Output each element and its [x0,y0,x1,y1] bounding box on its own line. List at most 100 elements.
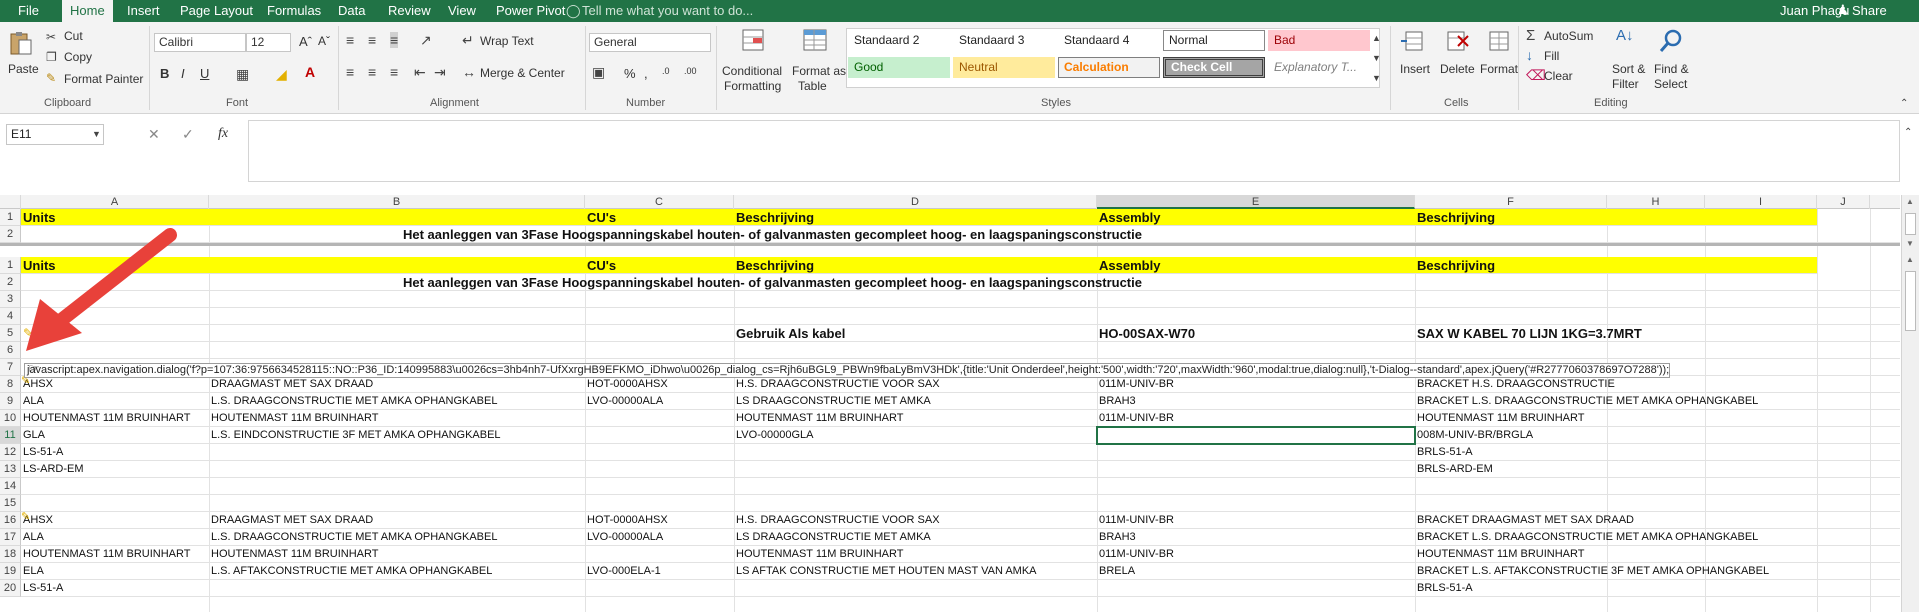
cell[interactable]: HOUTENMAST 11M BRUINHART [734,546,903,563]
name-box[interactable]: E11 [6,124,104,145]
scroll-down-icon[interactable]: ▼ [1906,239,1914,248]
cell[interactable]: HOUTENMAST 11M BRUINHART [209,410,378,427]
cell[interactable]: Beschrijving [734,257,814,274]
cell[interactable]: LS-ARD-EM [21,461,84,478]
paste-button[interactable]: Paste [8,62,39,76]
cell[interactable]: LS-51-A [21,580,63,597]
cell-units-header[interactable]: Units [21,209,56,226]
column-header-i[interactable]: I [1705,195,1817,209]
cell[interactable]: GLA [21,427,45,444]
row-header[interactable]: 14 [0,478,21,495]
underline-button[interactable]: U [200,66,209,81]
fill-button[interactable]: Fill [1544,49,1559,63]
align-right-icon[interactable]: ≡ [390,64,398,80]
row-header[interactable]: 6 [0,342,21,359]
cell[interactable]: L.S. EINDCONSTRUCTIE 3F MET AMKA OPHANGK… [209,427,501,444]
style-neutral[interactable]: Neutral [953,57,1055,78]
style-normal[interactable]: Normal [1163,30,1265,51]
select-all-corner[interactable] [0,195,21,209]
cell[interactable]: 008M-UNIV-BR/BRGLA [1415,427,1533,444]
cell[interactable]: 011M-UNIV-BR [1097,546,1174,563]
tab-data[interactable]: Data [338,0,365,22]
tab-review[interactable]: Review [388,0,431,22]
format-button[interactable]: Format [1480,62,1518,76]
cell[interactable]: LVO-00000ALA [585,529,663,546]
vertical-scrollbar[interactable]: ▲ ▼ ▲ [1901,195,1919,612]
cell[interactable]: LS DRAAGCONSTRUCTIE MET AMKA [734,529,931,546]
cell[interactable]: Assembly [1097,257,1160,274]
cell[interactable]: BRLS-51-A [1415,580,1473,597]
cell[interactable]: CU's [585,257,616,274]
column-header-j[interactable]: J [1817,195,1870,209]
formula-bar-collapse-icon[interactable]: ⌃ [1904,125,1912,141]
delete-button[interactable]: Delete [1440,62,1475,76]
cell[interactable]: HOUTENMAST 11M BRUINHART [21,546,190,563]
cell[interactable]: Gebruik Als kabel [734,325,845,342]
borders-icon[interactable]: ▦ [236,66,249,82]
cell[interactable]: L.S. AFTAKCONSTRUCTIE MET AMKA OPHANGKAB… [209,563,492,580]
increase-indent-icon[interactable]: ⇥ [434,64,446,80]
styles-scroll-up-icon[interactable]: ▲ [1372,30,1381,46]
accounting-format-icon[interactable]: ▣ [592,64,605,80]
align-top-icon[interactable]: ≡ [346,32,354,48]
cell[interactable]: Beschrijving [1415,257,1495,274]
clear-button[interactable]: Clear [1544,69,1573,83]
cell-beschrijving-header[interactable]: Beschrijving [734,209,814,226]
number-format-combo[interactable]: General [589,33,711,52]
row-header[interactable]: 20 [0,580,21,597]
column-header-h[interactable]: H [1607,195,1705,209]
sort-filter-line1[interactable]: Sort & [1612,62,1645,76]
font-name-combo[interactable]: Calibri [154,33,246,52]
row-header[interactable]: 2 [0,226,21,243]
column-header-f[interactable]: F [1415,195,1607,209]
row-header[interactable]: 7 [0,359,21,376]
align-center-icon[interactable]: ≡ [368,64,376,80]
tab-formulas[interactable]: Formulas [267,0,321,22]
grow-font-icon[interactable]: Aˆ [299,34,312,49]
column-header-b[interactable]: B [209,195,585,209]
row-header-selected[interactable]: 11 [0,427,21,444]
row-header[interactable]: 13 [0,461,21,478]
collapse-ribbon-icon[interactable]: ⌃ [1900,96,1908,112]
row-header[interactable]: 9 [0,393,21,410]
column-header-c[interactable]: C [585,195,734,209]
cell[interactable]: ALA [21,393,44,410]
cell[interactable]: LS AFTAK CONSTRUCTIE MET HOUTEN MAST VAN… [734,563,1037,580]
cell[interactable]: BRLS-ARD-EM [1415,461,1493,478]
decrease-indent-icon[interactable]: ⇤ [414,64,426,80]
cell[interactable]: HOUTENMAST 11M BRUINHART [1415,410,1584,427]
cell[interactable]: BRACKET H.S. DRAAGCONSTRUCTIE [1415,376,1615,393]
format-painter-button[interactable]: Format Painter [64,72,143,86]
row-header[interactable]: 18 [0,546,21,563]
cell[interactable]: HOT-0000AHSX [585,376,668,393]
tab-power-pivot[interactable]: Power Pivot [496,0,565,22]
cell[interactable]: BRACKET L.S. AFTAKCONSTRUCTIE 3F MET AMK… [1415,563,1769,580]
scroll-thumb[interactable] [1905,271,1916,331]
cell[interactable]: HOUTENMAST 11M BRUINHART [734,410,903,427]
insert-function-button[interactable]: fx [218,126,228,142]
column-header-e[interactable]: E [1097,195,1415,209]
insert-button[interactable]: Insert [1400,62,1430,76]
sort-filter-line2[interactable]: Filter [1612,77,1639,91]
style-standaard-2[interactable]: Standaard 2 [848,30,950,51]
cell[interactable]: L.S. DRAAGCONSTRUCTIE MET AMKA OPHANGKAB… [209,529,497,546]
cell[interactable]: LS-51-A [21,444,63,461]
scroll-up-icon[interactable]: ▲ [1906,255,1914,264]
align-left-icon[interactable]: ≡ [346,64,354,80]
style-check-cell[interactable]: Check Cell [1163,57,1265,78]
tab-insert[interactable]: Insert [127,0,160,22]
format-as-table-line1[interactable]: Format as [792,64,846,78]
cell[interactable]: ELA [21,563,44,580]
row-header[interactable]: 12 [0,444,21,461]
increase-decimal-button[interactable]: .0 [662,66,670,76]
comma-style-button[interactable]: , [644,66,648,81]
merge-center-button[interactable]: Merge & Center [480,66,565,80]
frozen-scroll-thumb[interactable] [1905,213,1916,235]
column-header-d[interactable]: D [734,195,1097,209]
row-header[interactable]: 15 [0,495,21,512]
conditional-formatting-line2[interactable]: Formatting [724,79,781,93]
cell[interactable]: HOT-0000AHSX [585,512,668,529]
selected-cell-e11[interactable] [1096,426,1416,445]
row-header[interactable]: 5 [0,325,21,342]
cell[interactable]: LVO-00000GLA [734,427,813,444]
